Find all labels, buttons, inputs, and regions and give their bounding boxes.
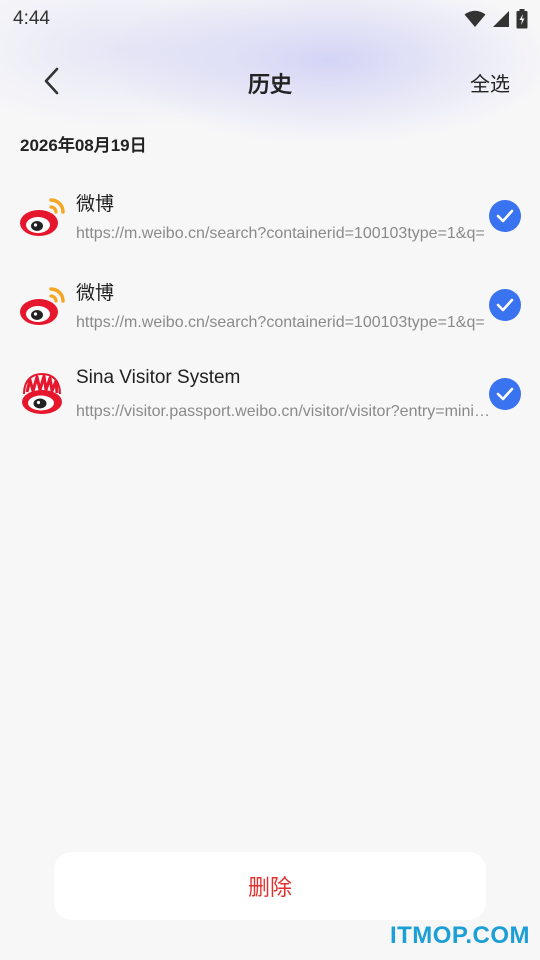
history-item-url: https://m.weibo.cn/search?containerid=10… <box>76 314 485 331</box>
check-icon <box>496 209 514 223</box>
status-icons <box>464 9 528 29</box>
check-icon <box>496 298 514 312</box>
status-bar: 4:44 <box>0 0 540 38</box>
chevron-left-icon <box>42 67 60 99</box>
history-item-title: Sina Visitor System <box>76 367 241 388</box>
item-checkbox[interactable] <box>489 289 521 321</box>
history-item[interactable]: Sina Visitor System https://visitor.pass… <box>0 350 540 439</box>
item-checkbox[interactable] <box>489 378 521 410</box>
history-item[interactable]: 微博 https://m.weibo.cn/search?containerid… <box>0 172 540 261</box>
wifi-icon <box>464 10 486 28</box>
check-icon <box>496 387 514 401</box>
status-time: 4:44 <box>13 8 50 29</box>
sina-logo-icon <box>18 370 66 418</box>
date-group-header: 2026年08月19日 <box>20 136 147 155</box>
history-item-url: https://m.weibo.cn/search?containerid=10… <box>76 225 485 242</box>
battery-charging-icon <box>516 9 528 29</box>
nav-bar: 历史 全选 <box>0 54 540 112</box>
delete-button[interactable]: 删除 <box>54 852 486 920</box>
page-title: 历史 <box>247 73 292 98</box>
signal-icon <box>492 10 510 28</box>
history-item-title: 微博 <box>76 283 115 304</box>
history-list: 微博 https://m.weibo.cn/search?containerid… <box>0 172 540 439</box>
history-item-url: https://visitor.passport.weibo.cn/visito… <box>76 403 491 420</box>
weibo-logo-icon <box>18 192 66 240</box>
back-button[interactable] <box>36 66 66 100</box>
history-item-title: 微博 <box>76 194 115 215</box>
watermark: ITMOP.COM <box>389 922 530 949</box>
item-checkbox[interactable] <box>489 200 521 232</box>
weibo-logo-icon <box>18 281 66 329</box>
select-all-button[interactable]: 全选 <box>470 68 510 97</box>
history-item[interactable]: 微博 https://m.weibo.cn/search?containerid… <box>0 261 540 350</box>
